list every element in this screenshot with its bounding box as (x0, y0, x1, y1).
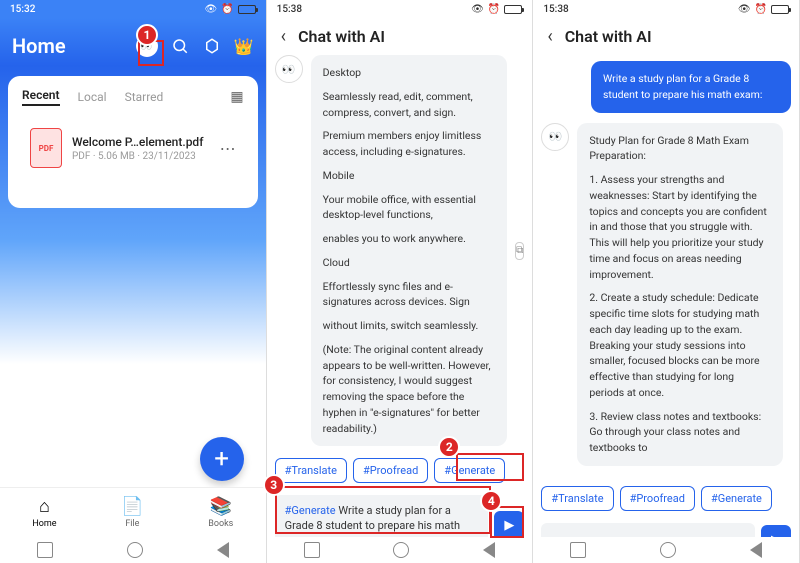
status-icons: 👁 ⏰ (471, 4, 522, 15)
back-icon[interactable]: ‹ (281, 26, 286, 47)
battery-icon (238, 5, 256, 14)
screen-home: 15:32 👁 ⏰ Home 👀 👑 Recent Local Starred … (0, 0, 267, 563)
alarm-icon: ⏰ (755, 4, 767, 15)
alarm-icon: ⏰ (221, 4, 233, 15)
screen-chat-input: 15:38 👁 ⏰ ‹ Chat with AI 👀 Desktop Seaml… (267, 0, 534, 563)
ai-avatar-icon: 👀 (541, 123, 569, 151)
bottom-nav: ⌂Home 📄File 📚Books (0, 487, 266, 537)
books-icon: 📚 (210, 496, 232, 517)
chip-generate[interactable]: #Generate (434, 458, 505, 483)
file-meta: PDF · 5.06 MB · 23/11/2023 (72, 151, 210, 162)
copy-icon[interactable]: ⧉ (515, 242, 524, 260)
home-header: Home 👀 👑 (0, 18, 266, 66)
status-bar: 15:38 👁 ⏰ (267, 0, 533, 18)
search-icon[interactable] (170, 36, 190, 56)
sys-back-button[interactable] (483, 542, 495, 558)
sys-home-button[interactable] (660, 542, 676, 558)
status-bar: 15:32 👁 ⏰ (0, 0, 266, 18)
ai-message-bubble: Study Plan for Grade 8 Math Exam Prepara… (577, 123, 783, 466)
pdf-icon: PDF (30, 128, 62, 168)
sys-back-button[interactable] (217, 542, 229, 558)
back-icon[interactable]: ‹ (547, 26, 552, 47)
file-more-icon[interactable]: ⋯ (220, 139, 236, 158)
status-time: 15:32 (10, 4, 35, 15)
system-nav (0, 537, 266, 563)
crown-icon[interactable]: 👑 (234, 36, 254, 56)
ai-message-row: 👀 Study Plan for Grade 8 Math Exam Prepa… (541, 123, 791, 466)
file-tabs: Recent Local Starred ▦ (8, 76, 258, 118)
status-time: 15:38 (543, 4, 568, 15)
chip-translate[interactable]: #Translate (275, 458, 347, 483)
ai-avatar-icon: 👀 (275, 55, 303, 83)
sys-home-button[interactable] (393, 542, 409, 558)
sys-recent-button[interactable] (304, 542, 320, 558)
chip-proofread[interactable]: #Proofread (353, 458, 428, 483)
chat-header: ‹ Chat with AI (267, 18, 533, 55)
status-bar: 15:38 👁 ⏰ (533, 0, 799, 18)
prompt-chips: #Translate #Proofread #Generate (533, 480, 799, 517)
tab-starred[interactable]: Starred (125, 90, 164, 104)
settings-icon[interactable] (202, 36, 222, 56)
user-message-row: Write a study plan for a Grade 8 student… (541, 61, 791, 113)
system-nav (533, 537, 799, 563)
eye-icon: 👁 (738, 4, 751, 15)
file-icon: 📄 (121, 496, 143, 517)
nav-home[interactable]: ⌂Home (32, 496, 56, 529)
alarm-icon: ⏰ (488, 4, 500, 15)
ai-message-row: 👀 Desktop Seamlessly read, edit, comment… (275, 55, 525, 446)
screen-chat-response: 15:38 👁 ⏰ ‹ Chat with AI Write a study p… (533, 0, 800, 563)
annotation-badge-1: 1 (136, 24, 158, 46)
battery-icon (504, 5, 522, 14)
chat-header: ‹ Chat with AI (533, 18, 799, 55)
chip-translate[interactable]: #Translate (541, 486, 613, 511)
grid-view-icon[interactable]: ▦ (230, 89, 243, 105)
battery-icon (771, 5, 789, 14)
chat-body: Write a study plan for a Grade 8 student… (533, 55, 799, 480)
eye-icon: 👁 (205, 4, 218, 15)
nav-books[interactable]: 📚Books (208, 496, 233, 529)
file-name: Welcome P…element.pdf (72, 135, 210, 149)
sys-recent-button[interactable] (37, 542, 53, 558)
chat-body: 👀 Desktop Seamlessly read, edit, comment… (267, 55, 533, 452)
status-icons: 👁 ⏰ (205, 4, 256, 15)
sys-back-button[interactable] (750, 542, 762, 558)
eye-icon: 👁 (471, 4, 484, 15)
file-row[interactable]: PDF Welcome P…element.pdf PDF · 5.06 MB … (16, 118, 250, 178)
status-icons: 👁 ⏰ (738, 4, 789, 15)
system-nav (267, 537, 533, 563)
chat-title: Chat with AI (565, 27, 652, 46)
tab-local[interactable]: Local (78, 90, 107, 104)
chip-generate[interactable]: #Generate (701, 486, 772, 511)
chat-title: Chat with AI (298, 27, 385, 46)
chip-proofread[interactable]: #Proofread (620, 486, 695, 511)
page-title: Home (12, 34, 66, 58)
status-time: 15:38 (277, 4, 302, 15)
fab-add-button[interactable]: + (200, 437, 244, 481)
nav-file[interactable]: 📄File (121, 496, 143, 529)
user-message-bubble: Write a study plan for a Grade 8 student… (591, 61, 791, 113)
sys-recent-button[interactable] (570, 542, 586, 558)
prompt-chips: #Translate #Proofread #Generate (267, 452, 533, 489)
sys-home-button[interactable] (127, 542, 143, 558)
annotation-badge-3: 3 (263, 474, 285, 496)
tab-recent[interactable]: Recent (22, 88, 60, 106)
home-icon: ⌂ (39, 496, 50, 517)
ai-message-bubble: Desktop Seamlessly read, edit, comment, … (311, 55, 508, 446)
